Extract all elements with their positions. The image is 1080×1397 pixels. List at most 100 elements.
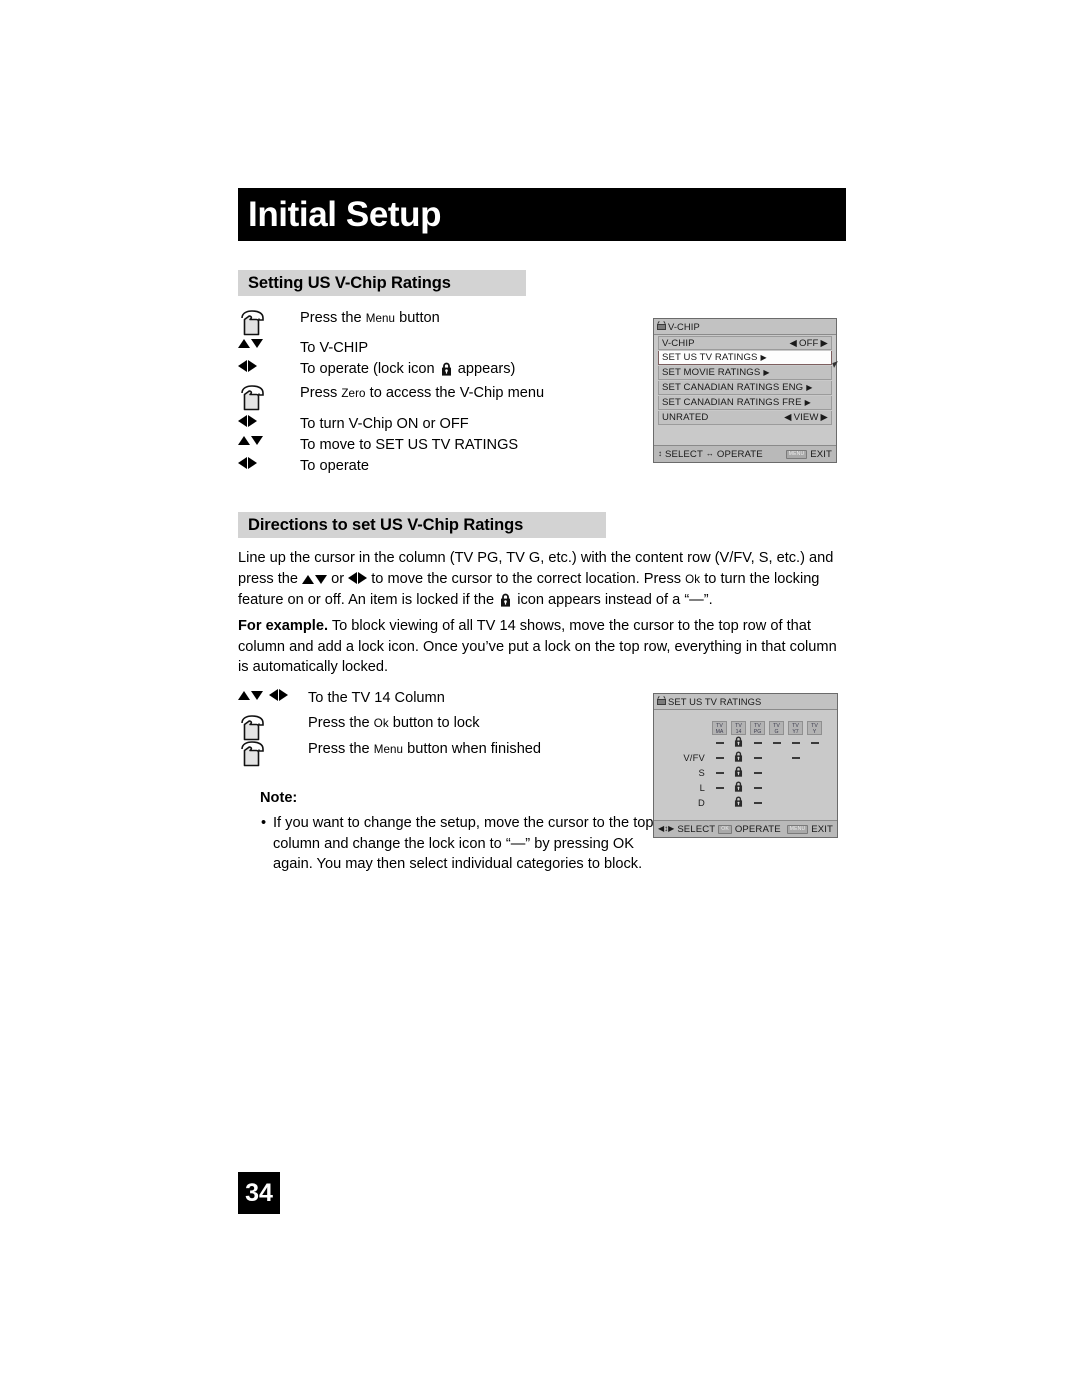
step-smallcaps: Zero xyxy=(341,387,366,400)
step-text: To the TV 14 Column xyxy=(308,690,445,706)
osd-row-vchip[interactable]: V-CHIP ◀ OFF ▶ xyxy=(658,336,832,350)
dash-marker[interactable] xyxy=(767,735,786,750)
step-smallcaps: Menu xyxy=(365,312,396,325)
step-smallcaps: Ok xyxy=(373,717,389,730)
step-text-post: button to lock xyxy=(388,715,480,731)
footer-operate-label: OPERATE xyxy=(716,448,763,460)
ratings-corner-cell xyxy=(667,720,710,735)
step-row: To the TV 14 Column xyxy=(238,688,638,713)
dash-marker[interactable] xyxy=(748,780,767,795)
osd-row-set-us-tv-ratings[interactable]: SET US TV RATINGS ▶ xyxy=(658,351,840,368)
directions-ok-smallcaps: Ok xyxy=(685,572,701,586)
step-text: Press xyxy=(300,385,342,401)
note-item: • If you want to change the setup, move … xyxy=(261,813,661,875)
step-text-post: button when finished xyxy=(403,741,542,757)
ratings-col-pg: TV PG xyxy=(748,720,767,735)
triangle-right-icon xyxy=(358,571,368,584)
dash-marker[interactable] xyxy=(710,765,729,780)
footer-exit-label: EXIT xyxy=(810,448,832,460)
four-way-arrows-icon: ◀↕▶ xyxy=(658,824,675,833)
empty-cell xyxy=(767,750,786,765)
step-label: Press the Menu button xyxy=(300,308,440,329)
dash-marker[interactable] xyxy=(710,780,729,795)
osd-row-value[interactable]: ◀ VIEW ▶ xyxy=(784,412,828,423)
lock-icon xyxy=(441,362,452,382)
empty-cell xyxy=(786,795,805,810)
lock-icon[interactable] xyxy=(729,780,748,795)
step-row: To turn V-Chip ON or OFF xyxy=(238,414,638,435)
note-list: • If you want to change the setup, move … xyxy=(261,813,661,875)
hand-press-icon xyxy=(238,383,300,412)
step-text: To operate (lock icon xyxy=(300,361,439,377)
lock-icon[interactable] xyxy=(729,735,748,750)
example-text: To block viewing of all TV 14 shows, mov… xyxy=(238,618,837,676)
example-paragraph: For example. To block viewing of all TV … xyxy=(238,616,838,678)
triangle-down-icon xyxy=(251,339,263,348)
dash-marker[interactable] xyxy=(748,765,767,780)
dash-marker[interactable] xyxy=(748,795,767,810)
step-text: Press the xyxy=(308,741,374,757)
left-caret-icon: ◀ xyxy=(784,412,792,423)
lock-icon[interactable] xyxy=(729,750,748,765)
note-item-text: If you want to change the setup, move th… xyxy=(273,815,654,873)
dash-marker[interactable] xyxy=(710,750,729,765)
section-heading-setting-us-vchip-ratings: Setting US V-Chip Ratings xyxy=(238,270,526,296)
lock-icon[interactable] xyxy=(729,795,748,810)
hand-press-icon xyxy=(238,308,300,337)
right-caret-icon: ▶ xyxy=(820,337,828,349)
badge-bottom: MA xyxy=(715,728,724,735)
dash-marker[interactable] xyxy=(710,735,729,750)
empty-cell xyxy=(805,750,824,765)
up-down-arrows-icon xyxy=(238,338,300,348)
directions-text-c: to move the cursor to the correct locati… xyxy=(367,570,686,587)
dash-marker[interactable] xyxy=(786,735,805,750)
osd-row-label: V-CHIP xyxy=(662,337,695,349)
left-right-arrows-icon xyxy=(238,414,300,427)
triangle-left-icon xyxy=(238,415,247,427)
bullet-icon: • xyxy=(261,815,267,831)
step-row: To operate xyxy=(238,456,638,477)
hand-press-icon xyxy=(238,739,300,768)
step-text: Press the xyxy=(300,310,366,326)
step-label: To operate xyxy=(300,456,369,476)
osd-body: TV MA TV 14 TV PG TV G TV Y7 TV Y V/FV S L D xyxy=(654,710,837,822)
osd-title-bar: SET US TV RATINGS xyxy=(654,694,837,710)
left-caret-icon: ◀ xyxy=(789,337,798,349)
step-text: To move to SET US TV RATINGS xyxy=(300,437,519,453)
triangle-right-icon xyxy=(248,360,257,372)
ratings-row xyxy=(667,735,824,750)
osd-row-value[interactable]: ◀ OFF ▶ xyxy=(790,338,828,349)
empty-cell xyxy=(767,765,786,780)
lock-icon[interactable] xyxy=(729,765,748,780)
step-row: Press the Ok button to lock xyxy=(238,713,638,741)
dash-marker[interactable] xyxy=(748,735,767,750)
submenu-arrow-icon: ▶ xyxy=(806,383,813,392)
menu-key-badge: MENU xyxy=(786,824,809,834)
step-list-setting: Press the Menu button To V-CHIP To opera… xyxy=(238,308,638,477)
triangle-up-icon xyxy=(238,339,250,348)
osd-row-set-movie-ratings[interactable]: SET MOVIE RATINGS ▶ xyxy=(658,366,832,380)
dash-marker[interactable] xyxy=(805,735,824,750)
page-title-bar: Initial Setup xyxy=(238,188,846,241)
osd-row-set-canadian-ratings-fre[interactable]: SET CANADIAN RATINGS FRE ▶ xyxy=(658,396,832,410)
step-label: To the TV 14 Column xyxy=(308,688,445,708)
osd-row-unrated[interactable]: UNRATED ◀ VIEW ▶ xyxy=(658,411,832,425)
dash-marker[interactable] xyxy=(748,750,767,765)
left-right-arrows-icon: ↔ xyxy=(705,449,714,458)
step-text: Press the xyxy=(308,715,374,731)
ratings-table: TV MA TV 14 TV PG TV G TV Y7 TV Y V/FV S L D xyxy=(667,720,824,810)
section-heading-label: Setting US V-Chip Ratings xyxy=(248,273,451,292)
step-text: To turn V-Chip ON or OFF xyxy=(300,416,469,432)
up-down-arrows-icon: ↕ xyxy=(658,449,662,458)
step-row: To V-CHIP xyxy=(238,338,638,359)
dash-marker[interactable] xyxy=(786,750,805,765)
footer-exit-label: EXIT xyxy=(811,823,833,835)
ratings-row: V/FV xyxy=(667,750,824,765)
osd-row-set-canadian-ratings-eng[interactable]: SET CANADIAN RATINGS ENG ▶ xyxy=(658,381,832,395)
osd-row-label: SET CANADIAN RATINGS FRE xyxy=(662,397,802,408)
step-row: To move to SET US TV RATINGS xyxy=(238,435,638,456)
ratings-col-y: TV Y xyxy=(805,720,824,735)
ratings-col-ma: TV MA xyxy=(710,720,729,735)
step-text: To V-CHIP xyxy=(300,340,369,356)
osd-row-label: UNRATED xyxy=(662,412,709,423)
